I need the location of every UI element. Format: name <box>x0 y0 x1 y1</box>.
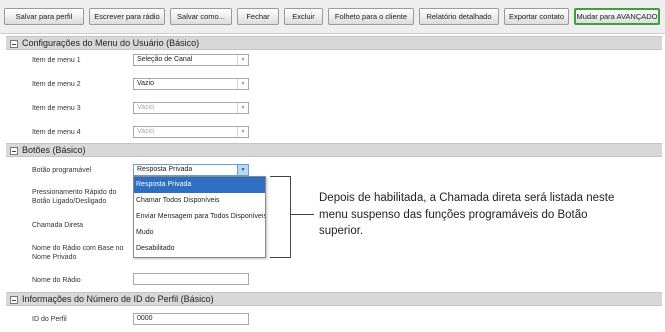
callout-text: Depois de habilitada, a Chamada direta s… <box>319 192 615 237</box>
programmable-button-value: Resposta Privada <box>137 166 193 173</box>
chevron-down-icon: ▼ <box>237 55 248 65</box>
quick-press-label: Pressionamento Rápido do Botão Ligado/De… <box>32 189 117 205</box>
save-as-button[interactable]: Salvar como... <box>170 8 232 25</box>
dropdown-option-private-reply[interactable]: Resposta Privada <box>134 177 265 193</box>
dropdown-option-send-message-all[interactable]: Enviar Mensagem para Todos Disponíveis <box>134 209 265 225</box>
callout-pointer-line <box>290 214 314 215</box>
dropdown-option-call-all-available[interactable]: Chamar Todos Disponíveis <box>134 193 265 209</box>
section-title-profile: Informações do Número de ID do Perfil (B… <box>22 294 214 304</box>
switch-to-advanced-button[interactable]: Mudar para AVANÇADO <box>574 8 660 25</box>
menu-item-3-label: Item de menu 3 <box>32 105 81 112</box>
menu-item-4-select[interactable]: Vazio ▼ <box>133 126 249 138</box>
callout-bracket-bottom <box>270 257 291 258</box>
programmable-button-select[interactable]: Resposta Privada ▼ <box>133 164 249 176</box>
programmable-button-dropdown: Resposta Privada Chamar Todos Disponívei… <box>133 176 266 258</box>
dropdown-option-mute[interactable]: Mudo <box>134 225 265 241</box>
menu-item-4-value: Vazio <box>137 128 154 135</box>
collapse-icon[interactable] <box>10 147 18 155</box>
menu-item-1-select[interactable]: Seleção de Canal ▼ <box>133 54 249 66</box>
direct-call-label: Chamada Direta <box>32 222 83 229</box>
profile-id-label: ID do Perfil <box>32 316 67 323</box>
callout-bracket-top <box>270 176 291 177</box>
customer-leaflet-button[interactable]: Folheto para o cliente <box>328 8 414 25</box>
menu-item-4-label: Item de menu 4 <box>32 129 81 136</box>
detailed-report-button[interactable]: Relatório detalhado <box>419 8 499 25</box>
save-to-profile-button[interactable]: Salvar para perfil <box>4 8 84 25</box>
menu-item-2-value: Vazio <box>137 80 154 87</box>
close-button[interactable]: Fechar <box>237 8 279 25</box>
collapse-icon[interactable] <box>10 40 18 48</box>
menu-item-3-value: Vazio <box>137 104 154 111</box>
programmable-button-label: Botão programável <box>32 167 92 174</box>
chevron-down-icon: ▼ <box>237 79 248 89</box>
toolbar: Salvar para perfil Escrever para rádio S… <box>0 0 665 34</box>
menu-item-3-select[interactable]: Vazio ▼ <box>133 102 249 114</box>
delete-button[interactable]: Excluir <box>284 8 323 25</box>
radio-name-based-label: Nome do Rádio com Base no Nome Privado <box>32 245 124 261</box>
callout-bracket-vertical <box>290 176 291 258</box>
export-contact-button[interactable]: Exportar contato <box>504 8 569 25</box>
menu-item-2-select[interactable]: Vazio ▼ <box>133 78 249 90</box>
section-header-menu: Configurações do Menu do Usuário (Básico… <box>6 36 662 50</box>
menu-item-1-label: Item de menu 1 <box>32 57 81 64</box>
menu-item-1-value: Seleção de Canal <box>137 56 193 63</box>
collapse-icon[interactable] <box>10 296 18 304</box>
section-title-menu: Configurações do Menu do Usuário (Básico… <box>22 38 200 48</box>
section-header-profile: Informações do Número de ID do Perfil (B… <box>6 292 662 306</box>
write-to-radio-button[interactable]: Escrever para rádio <box>89 8 165 25</box>
section-title-buttons: Botões (Básico) <box>22 145 86 155</box>
radio-name-input[interactable] <box>133 273 249 285</box>
chevron-down-icon: ▼ <box>237 165 248 175</box>
menu-item-2-label: Item de menu 2 <box>32 81 81 88</box>
radio-name-label: Nome do Rádio <box>32 277 81 284</box>
profile-id-input[interactable]: 0000 <box>133 313 249 325</box>
chevron-down-icon: ▼ <box>237 127 248 137</box>
section-header-buttons: Botões (Básico) <box>6 143 662 157</box>
chevron-down-icon: ▼ <box>237 103 248 113</box>
dropdown-option-disabled[interactable]: Desabilitado <box>134 241 265 257</box>
